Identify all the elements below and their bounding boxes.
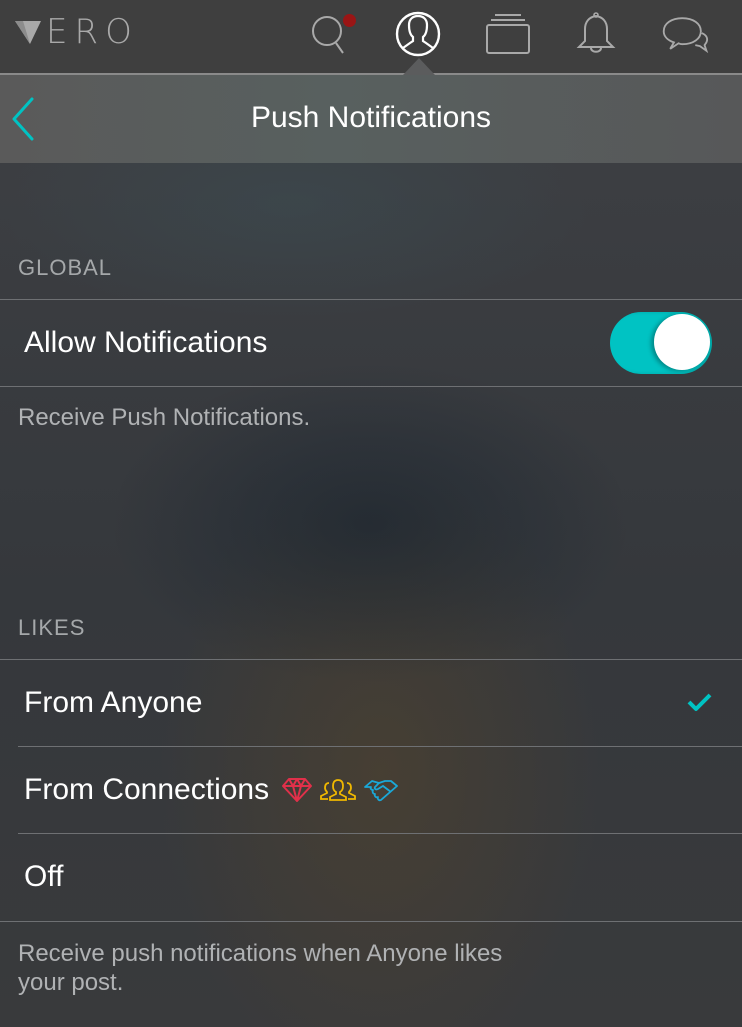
active-tab-indicator [403, 58, 435, 75]
notifications-button[interactable] [570, 8, 622, 60]
toggle-knob [654, 314, 710, 370]
likes-option-connections[interactable]: From Connections [0, 747, 742, 833]
page-header: Push Notifications [0, 75, 742, 163]
group-icon [320, 779, 357, 801]
allow-notifications-label: Allow Notifications [24, 326, 268, 359]
allow-notifications-row: Allow Notifications [0, 300, 742, 386]
profile-button[interactable] [392, 8, 444, 60]
collections-button[interactable] [482, 8, 534, 60]
divider [0, 921, 742, 922]
option-label: From Connections [24, 773, 270, 806]
collections-icon [486, 14, 530, 54]
likes-option-anyone[interactable]: From Anyone [0, 660, 742, 746]
likes-description-line1: Receive push notifications when Anyone l… [18, 940, 503, 967]
top-nav-bar: ERO [0, 0, 742, 74]
page-title: Push Notifications [250, 101, 492, 134]
search-button[interactable] [304, 8, 356, 60]
likes-option-off[interactable]: Off [0, 834, 742, 920]
bell-icon [576, 12, 616, 53]
chat-button[interactable] [660, 8, 712, 60]
diamond-icon [282, 778, 313, 802]
settings-content: GLOBAL Allow Notifications Receive Push … [0, 163, 742, 1027]
divider [0, 386, 742, 387]
vero-logo[interactable]: ERO [14, 12, 139, 52]
chat-icon [662, 17, 709, 54]
logo-text: ERO [46, 12, 139, 52]
section-label-likes: LIKES [18, 615, 86, 640]
option-label: Off [24, 860, 64, 893]
notification-badge [343, 14, 356, 27]
option-label: From Anyone [24, 686, 203, 719]
global-description: Receive Push Notifications. [18, 404, 311, 431]
connection-type-icons [281, 777, 399, 803]
profile-icon [395, 11, 441, 57]
likes-description: Receive push notifications when Anyone l… [18, 939, 502, 997]
handshake-icon [364, 780, 399, 802]
vero-v-icon [15, 21, 41, 44]
section-label-global: GLOBAL [18, 255, 113, 280]
allow-notifications-toggle[interactable] [610, 312, 712, 374]
likes-description-line2: your post. [18, 969, 124, 996]
checkmark-icon [687, 693, 712, 711]
